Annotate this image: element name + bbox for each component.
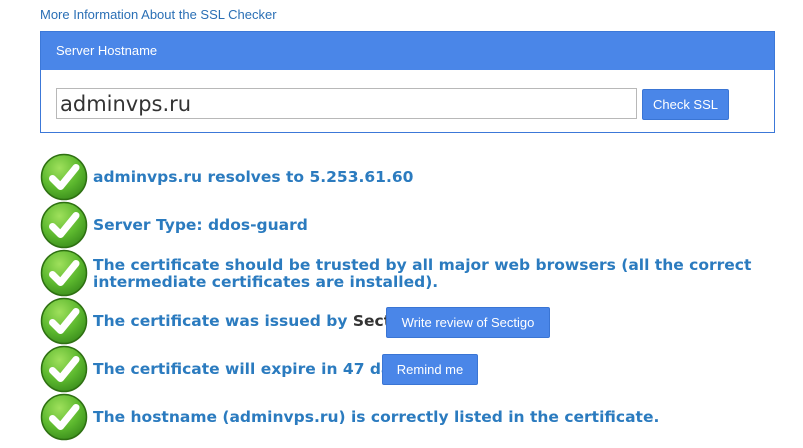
issuer-text: The certificate was issued by — [93, 312, 348, 330]
check-ssl-button[interactable]: Check SSL — [642, 89, 729, 120]
result-text: The hostname (adminvps.ru) is correctly … — [93, 408, 660, 426]
server-hostname-panel: Server Hostname Check SSL — [40, 31, 775, 133]
result-text: Server Type: ddos-guard — [93, 216, 308, 234]
check-icon — [40, 201, 88, 249]
remind-me-button[interactable]: Remind me — [382, 354, 478, 385]
result-text: The certificate will expire in 47 days. — [93, 360, 417, 378]
check-icon — [40, 345, 88, 393]
hostname-input[interactable] — [56, 88, 637, 119]
result-text: adminvps.ru resolves to 5.253.61.60 — [93, 168, 414, 186]
write-review-button[interactable]: Write review of Sectigo — [386, 307, 550, 338]
ssl-checker-info-link[interactable]: More Information About the SSL Checker — [40, 7, 277, 22]
result-text: The certificate was issued by Sectigo. — [93, 313, 424, 330]
result-text: The certificate should be trusted by all… — [93, 256, 752, 291]
check-icon — [40, 153, 88, 201]
check-icon — [40, 393, 88, 441]
check-icon — [40, 249, 88, 297]
panel-header: Server Hostname — [41, 32, 774, 70]
check-icon — [40, 297, 88, 345]
